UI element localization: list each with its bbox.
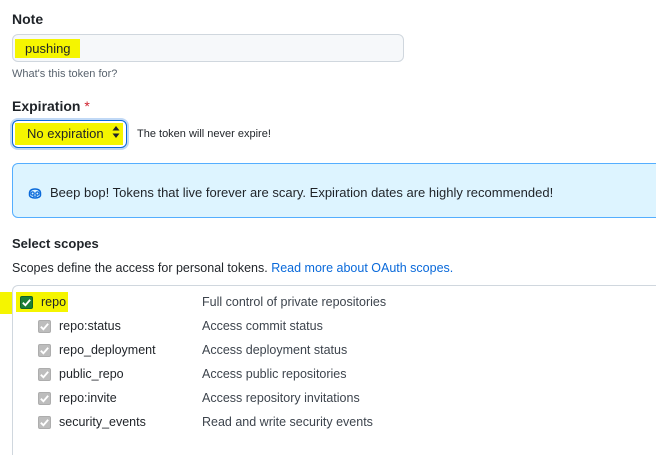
scopes-description-text: Scopes define the access for personal to… [12, 261, 268, 275]
scope-description: Access deployment status [202, 343, 348, 357]
repo-checkbox[interactable] [20, 296, 33, 309]
scope-row-repo-invite[interactable]: repo:invite Access repository invitation… [0, 387, 656, 411]
copilot-icon [28, 188, 42, 199]
repo-invite-checkbox[interactable] [38, 392, 51, 405]
check-icon [40, 323, 49, 331]
repo-deployment-checkbox[interactable] [38, 344, 51, 357]
repo-status-checkbox[interactable] [38, 320, 51, 333]
scope-row-repo[interactable]: repo Full control of private repositorie… [0, 291, 656, 315]
scope-name: repo_deployment [59, 343, 156, 357]
scope-name: security_events [59, 415, 146, 429]
security-events-checkbox[interactable] [38, 416, 51, 429]
public-repo-checkbox[interactable] [38, 368, 51, 381]
note-input-value: pushing [15, 39, 80, 58]
note-hint: What's this token for? [12, 68, 118, 80]
scope-row-repo-deployment[interactable]: repo_deployment Access deployment status [0, 339, 656, 363]
expiration-label: Expiration * [12, 98, 90, 114]
check-icon [22, 299, 31, 307]
oauth-scopes-link[interactable]: Read more about OAuth scopes. [271, 261, 453, 275]
check-icon [40, 371, 49, 379]
scope-name: repo:invite [59, 391, 117, 405]
scope-name: repo:status [59, 319, 121, 333]
scope-description: Read and write security events [202, 415, 373, 429]
flash-text: Beep bop! Tokens that live forever are s… [50, 185, 554, 200]
note-input[interactable]: pushing [12, 34, 404, 62]
scope-description: Access public repositories [202, 367, 347, 381]
scope-description: Access repository invitations [202, 391, 360, 405]
scope-name: public_repo [59, 367, 124, 381]
scope-row-public-repo[interactable]: public_repo Access public repositories [0, 363, 656, 387]
expiration-selected-value: No expiration [27, 126, 104, 141]
expiration-message: The token will never expire! [137, 128, 271, 140]
check-icon [40, 347, 49, 355]
check-icon [40, 419, 49, 427]
scope-row-repo-status[interactable]: repo:status Access commit status [0, 315, 656, 339]
scope-description: Access commit status [202, 319, 323, 333]
scopes-title: Select scopes [12, 236, 99, 251]
required-mark: * [84, 98, 90, 114]
scope-name: repo [41, 295, 67, 309]
note-label: Note [12, 11, 44, 27]
scope-description: Full control of private repositories [202, 295, 387, 309]
check-icon [40, 395, 49, 403]
scopes-description: Scopes define the access for personal to… [12, 261, 453, 275]
select-caret-icon [112, 126, 120, 138]
expiration-select[interactable]: No expiration [12, 120, 127, 148]
scope-row-security-events[interactable]: security_events Read and write security … [0, 411, 656, 435]
warning-flash: Beep bop! Tokens that live forever are s… [12, 163, 656, 218]
expiration-label-text: Expiration [12, 98, 81, 114]
